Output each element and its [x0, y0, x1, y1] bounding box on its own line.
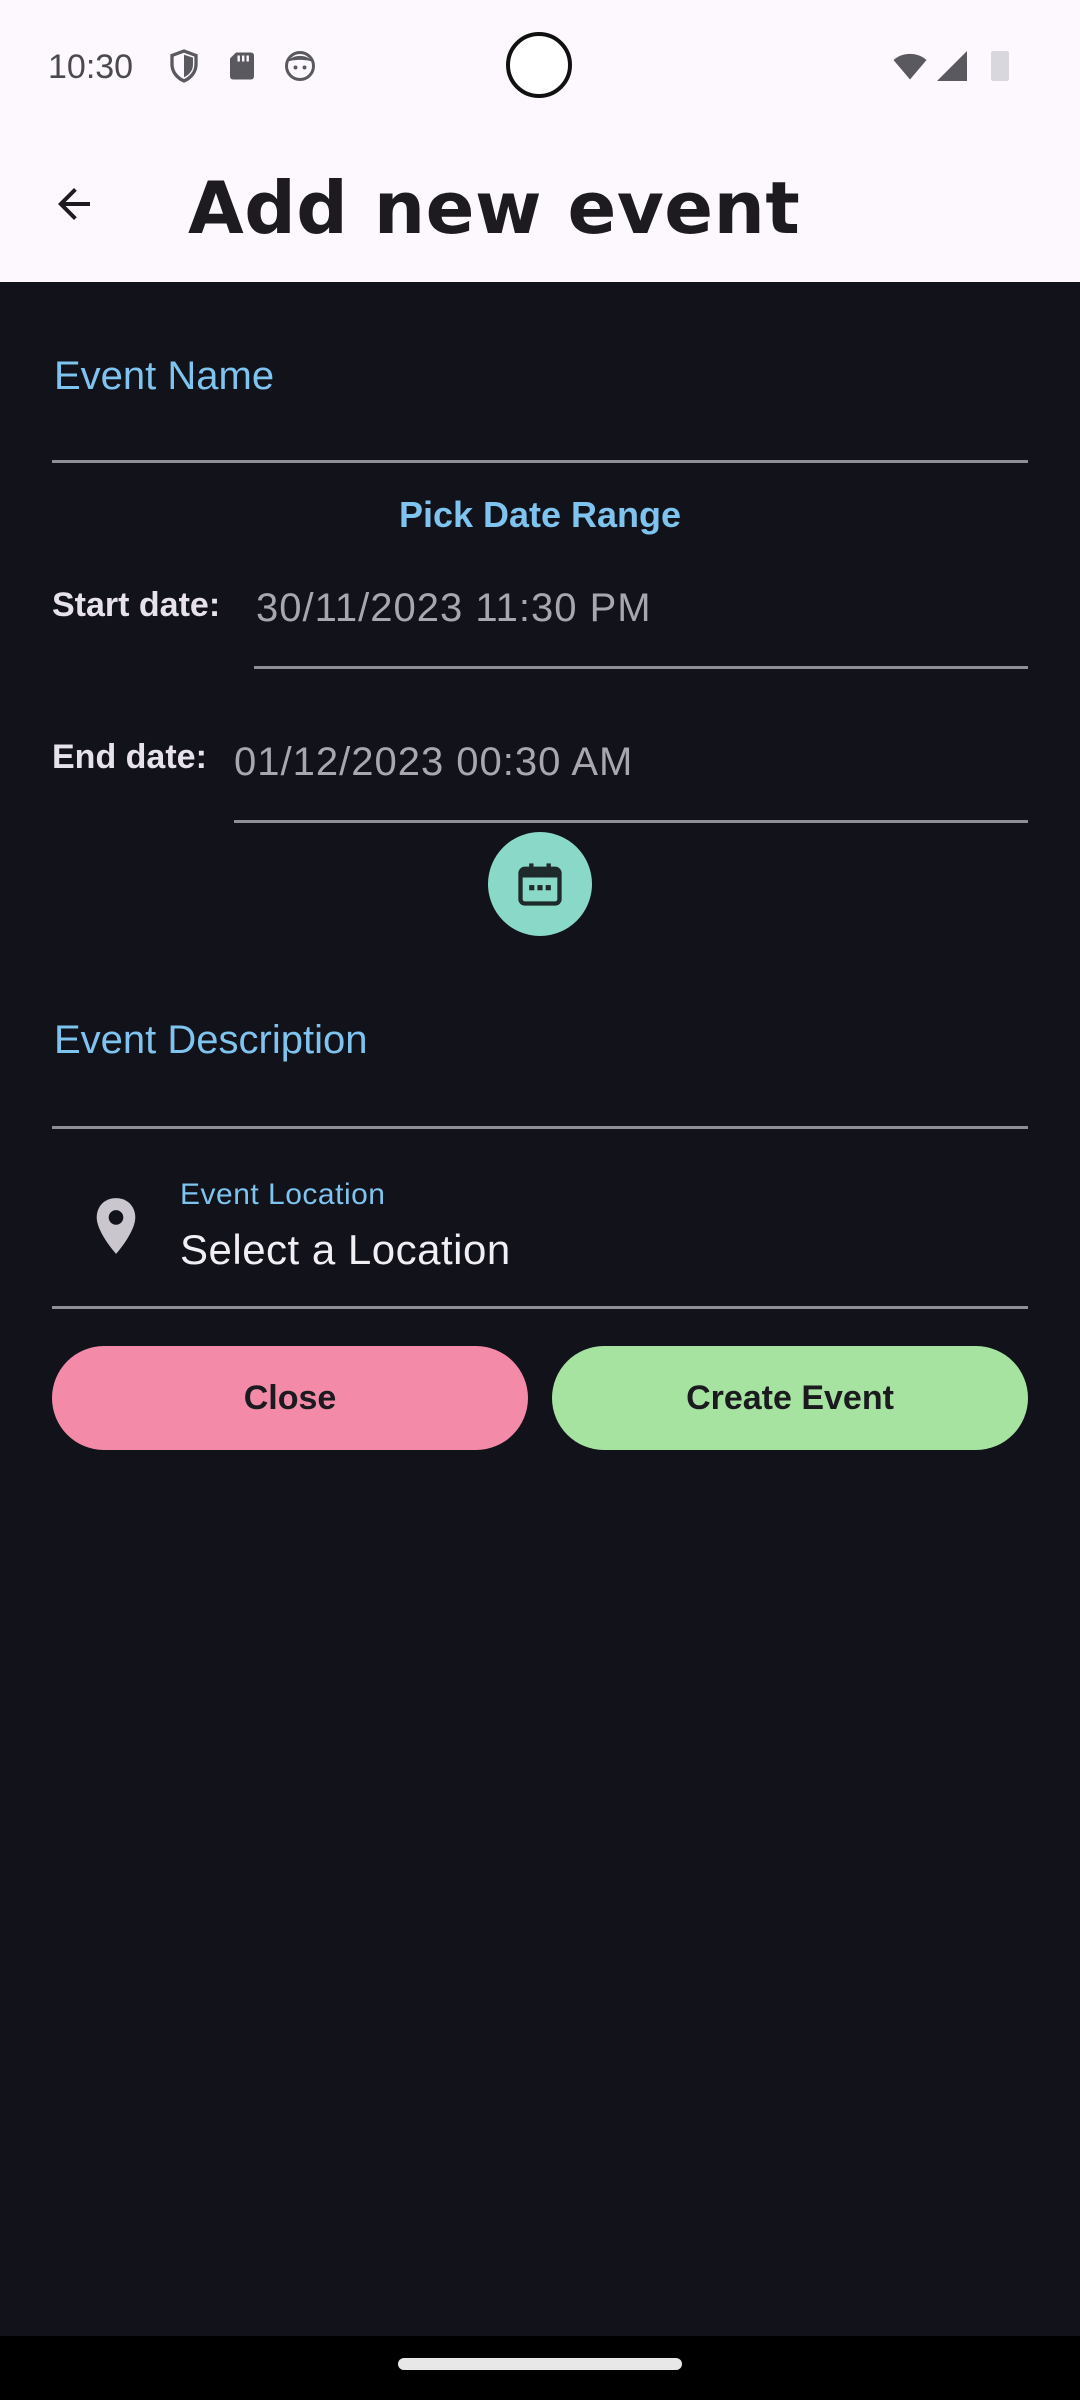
create-event-button[interactable]: Create Event: [552, 1346, 1028, 1450]
end-date-underline: [234, 820, 1028, 823]
end-date-label: End date:: [52, 738, 207, 776]
event-description-underline: [52, 1126, 1028, 1129]
calendar-icon: [518, 863, 562, 906]
battery-icon: [991, 51, 1009, 81]
event-location-value: Select a Location: [180, 1226, 511, 1273]
page-title: Add new event: [188, 166, 801, 250]
arrow-back-icon: [58, 188, 90, 220]
close-button[interactable]: Close: [52, 1346, 528, 1450]
shield-icon: [170, 49, 198, 83]
camera-cutout: [506, 32, 572, 98]
wifi-icon: [893, 53, 927, 80]
start-date-field[interactable]: 30/11/2023 11:30 PM: [254, 570, 1028, 670]
pick-date-range-heading: Pick Date Range: [398, 494, 682, 535]
top-app-area: 10:30 Add new event: [0, 0, 1080, 282]
end-date-value: 01/12/2023 00:30 AM: [234, 740, 634, 784]
navigation-bar: [0, 2336, 1080, 2400]
end-date-field[interactable]: 01/12/2023 00:30 AM: [234, 722, 1028, 824]
status-time: 10:30: [48, 48, 134, 86]
start-date-value: 30/11/2023 11:30 PM: [256, 586, 652, 630]
screen: 10:30 Add new event Event Name Pick Date…: [0, 0, 1080, 2400]
home-indicator[interactable]: [398, 2358, 682, 2370]
start-date-label: Start date:: [52, 586, 221, 624]
back-button[interactable]: [40, 170, 108, 238]
location-pin-icon: [96, 1198, 136, 1254]
event-description-label: Event Description: [54, 1018, 368, 1062]
face-icon: [285, 51, 315, 81]
event-description-field[interactable]: Event Description: [52, 1004, 1028, 1130]
event-location-underline: [52, 1306, 1028, 1309]
signal-icon: [937, 51, 967, 81]
sd-card-icon: [230, 52, 254, 80]
event-name-label: Event Name: [54, 354, 275, 398]
event-location-label: Event Location: [180, 1178, 386, 1211]
start-date-underline: [254, 666, 1028, 669]
calendar-button[interactable]: [488, 832, 592, 936]
event-name-underline: [52, 460, 1028, 463]
event-name-field[interactable]: Event Name: [52, 340, 1028, 466]
